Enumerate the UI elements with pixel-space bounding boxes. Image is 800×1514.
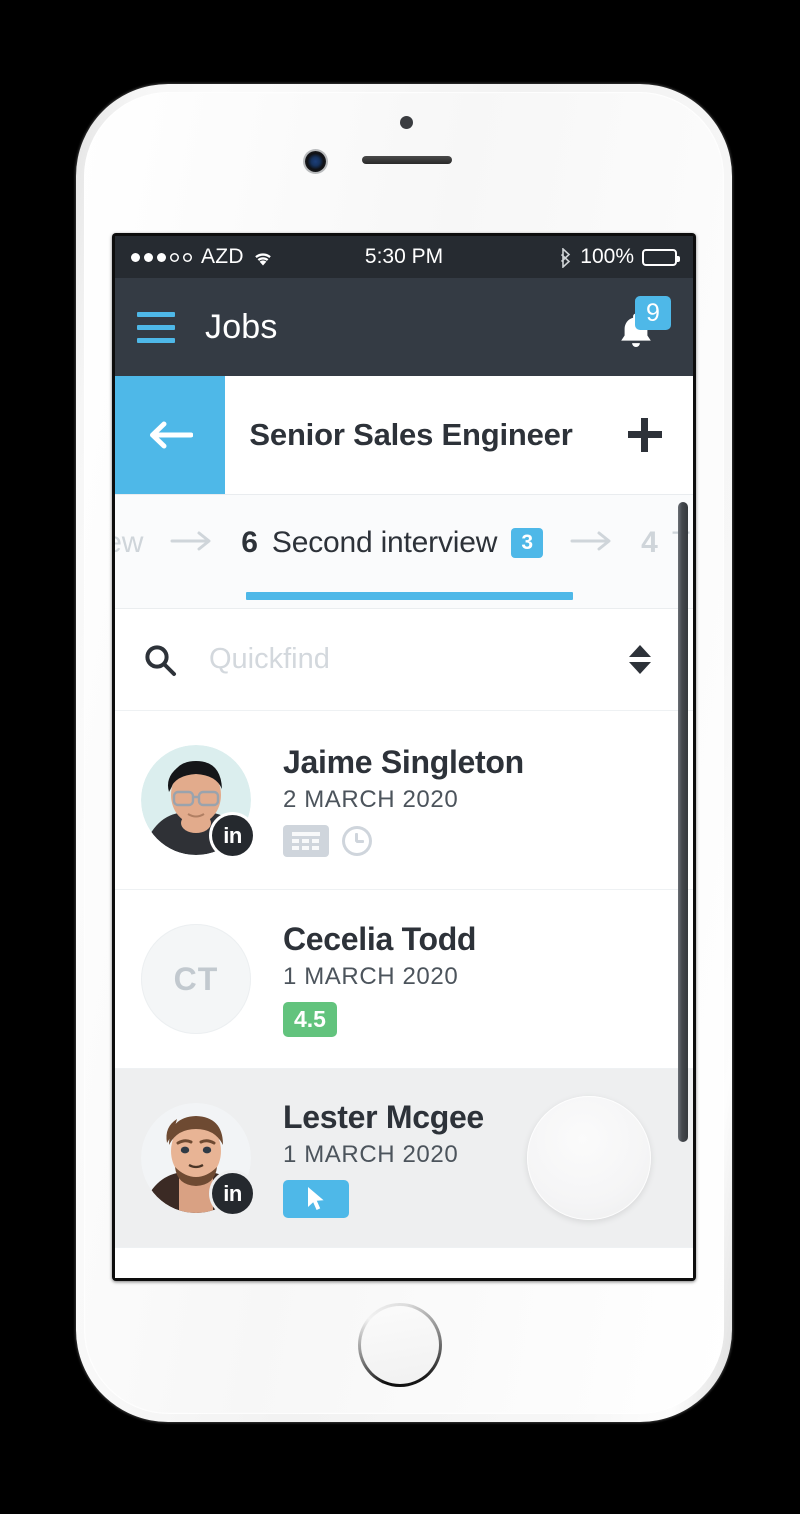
stage-count: 4	[641, 526, 658, 559]
candidate-date: 1 MARCH 2020	[283, 963, 459, 990]
back-button[interactable]	[115, 376, 225, 494]
phone-screen-frame: AZD 5:30 PM 100% Jobs 9 Senior Sales Eng…	[112, 233, 696, 1281]
home-button-ring	[358, 1303, 442, 1387]
cursor-icon	[283, 1179, 349, 1218]
candidate-badges	[283, 824, 667, 857]
candidate-info: Cecelia Todd 1 MARCH 2020 4.5	[283, 921, 667, 1037]
avatar[interactable]: CT	[141, 924, 251, 1034]
hamburger-menu-icon[interactable]	[137, 311, 175, 343]
stage-tab-second-interview[interactable]: 6 Second interview 3	[228, 526, 556, 560]
avatar-initials: CT	[141, 924, 251, 1034]
notification-count-badge: 9	[635, 296, 671, 330]
pipeline-stage-bar[interactable]: view 6 Second interview 3	[115, 495, 693, 609]
active-stage-underline	[246, 592, 573, 600]
battery-icon	[642, 248, 680, 266]
stage-arrow-icon-1	[156, 530, 228, 557]
screenshot-canvas: AZD 5:30 PM 100% Jobs 9 Senior Sales Eng…	[0, 0, 800, 1514]
candidate-date: 2 MARCH 2020	[283, 785, 459, 813]
stage-label: view	[115, 526, 144, 559]
search-input[interactable]	[207, 642, 623, 677]
stage-label: Second interview	[271, 526, 498, 559]
pipeline-stage-scroller[interactable]: view 6 Second interview 3	[115, 495, 693, 591]
table-row[interactable]: in Jaime Singleton 2 MARCH 2020	[115, 711, 693, 890]
avatar[interactable]: in	[141, 745, 253, 856]
notifications-button[interactable]: 9	[609, 296, 671, 356]
candidate-badges: 4.5	[283, 1002, 667, 1037]
candidate-info: Jaime Singleton 2 MARCH 2020	[283, 744, 667, 857]
table-row[interactable]: in Lester Mcgee 1 MARCH 2020	[115, 1069, 693, 1248]
linkedin-badge-icon: in	[212, 1173, 253, 1214]
phone-screen: AZD 5:30 PM 100% Jobs 9 Senior Sales Eng…	[115, 236, 693, 1278]
quickfind-bar	[115, 609, 693, 711]
add-candidate-button[interactable]	[597, 376, 693, 494]
linkedin-badge-icon: in	[212, 815, 253, 856]
front-camera-icon	[305, 151, 326, 172]
job-sub-header: Senior Sales Engineer	[115, 376, 693, 495]
plus-icon	[628, 418, 662, 452]
sort-updown-icon[interactable]	[623, 645, 657, 674]
stage-badge-count: 3	[511, 528, 544, 558]
search-icon	[143, 643, 177, 677]
app-header: Jobs 9	[115, 278, 693, 376]
home-button-face	[361, 1306, 439, 1384]
stage-arrow-icon-2	[556, 530, 628, 557]
candidate-name: Cecelia Todd	[283, 921, 477, 957]
arrow-left-icon	[147, 420, 194, 450]
table-row[interactable]: CT Cecelia Todd 1 MARCH 2020 4.5	[115, 890, 693, 1069]
clock-icon	[342, 826, 372, 856]
page-title: Jobs	[205, 307, 278, 346]
proximity-sensor-icon	[400, 116, 413, 129]
status-badge: 4.5	[283, 1002, 337, 1037]
earpiece-speaker	[362, 156, 452, 164]
ios-status-bar: AZD 5:30 PM 100%	[115, 236, 693, 278]
candidate-list: in Jaime Singleton 2 MARCH 2020 CT Cecel…	[115, 711, 693, 1248]
candidate-name: Jaime Singleton	[283, 743, 524, 780]
avatar[interactable]: in	[141, 1103, 253, 1214]
stage-tab-previous[interactable]: view	[115, 526, 156, 560]
job-title: Senior Sales Engineer	[249, 417, 573, 452]
status-bar-clock: 5:30 PM	[364, 245, 444, 268]
tablet-icon	[283, 824, 329, 857]
vertical-scrollbar[interactable]	[678, 502, 688, 1142]
home-button[interactable]	[358, 1303, 442, 1387]
stage-count: 6	[241, 526, 258, 559]
tap-indicator	[527, 1096, 651, 1220]
